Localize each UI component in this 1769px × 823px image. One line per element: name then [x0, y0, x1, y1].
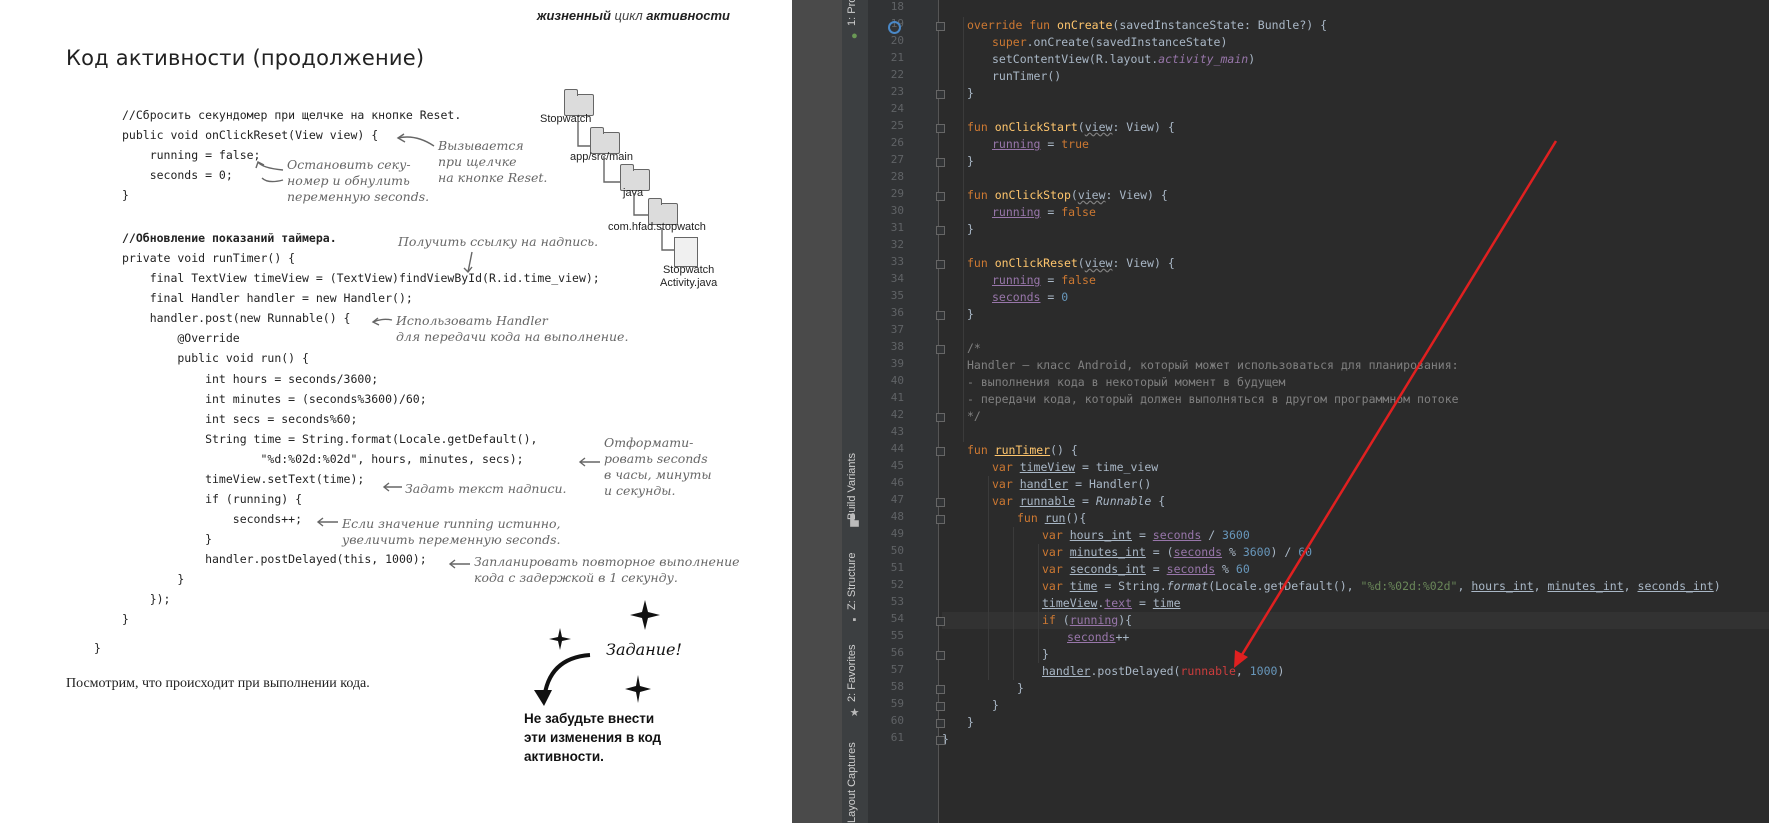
override-gutter-icon[interactable]	[888, 21, 901, 34]
fold-marker-icon[interactable]	[936, 685, 945, 694]
fold-marker-icon[interactable]	[936, 617, 945, 626]
fold-marker-icon[interactable]	[936, 345, 945, 354]
fold-marker-icon[interactable]	[936, 447, 945, 456]
red-annotation-arrow	[1234, 140, 1558, 668]
ide-editor: 1: Pro ● Build Variants ▙ Z: Structure ▪…	[842, 0, 1769, 823]
fold-marker-icon[interactable]	[936, 719, 945, 728]
fold-marker-icon[interactable]	[936, 22, 945, 31]
fold-marker-icon[interactable]	[936, 192, 945, 201]
fold-marker-icon[interactable]	[936, 226, 945, 235]
book-annotation-arrows	[255, 118, 674, 706]
fold-marker-icon[interactable]	[936, 736, 945, 745]
fold-marker-icon[interactable]	[936, 651, 945, 660]
fold-marker-icon[interactable]	[936, 413, 945, 422]
window-divider	[792, 0, 858, 823]
fold-marker-icon[interactable]	[936, 311, 945, 320]
fold-marker-icon[interactable]	[936, 702, 945, 711]
fold-marker-icon[interactable]	[936, 90, 945, 99]
fold-marker-icon[interactable]	[936, 260, 945, 269]
fold-marker-icon[interactable]	[936, 158, 945, 167]
fold-marker-icon[interactable]	[936, 498, 945, 507]
fold-marker-icon[interactable]	[936, 515, 945, 524]
book-page: жизненный цикл активности Код активности…	[0, 0, 792, 823]
fold-marker-icon[interactable]	[936, 124, 945, 133]
